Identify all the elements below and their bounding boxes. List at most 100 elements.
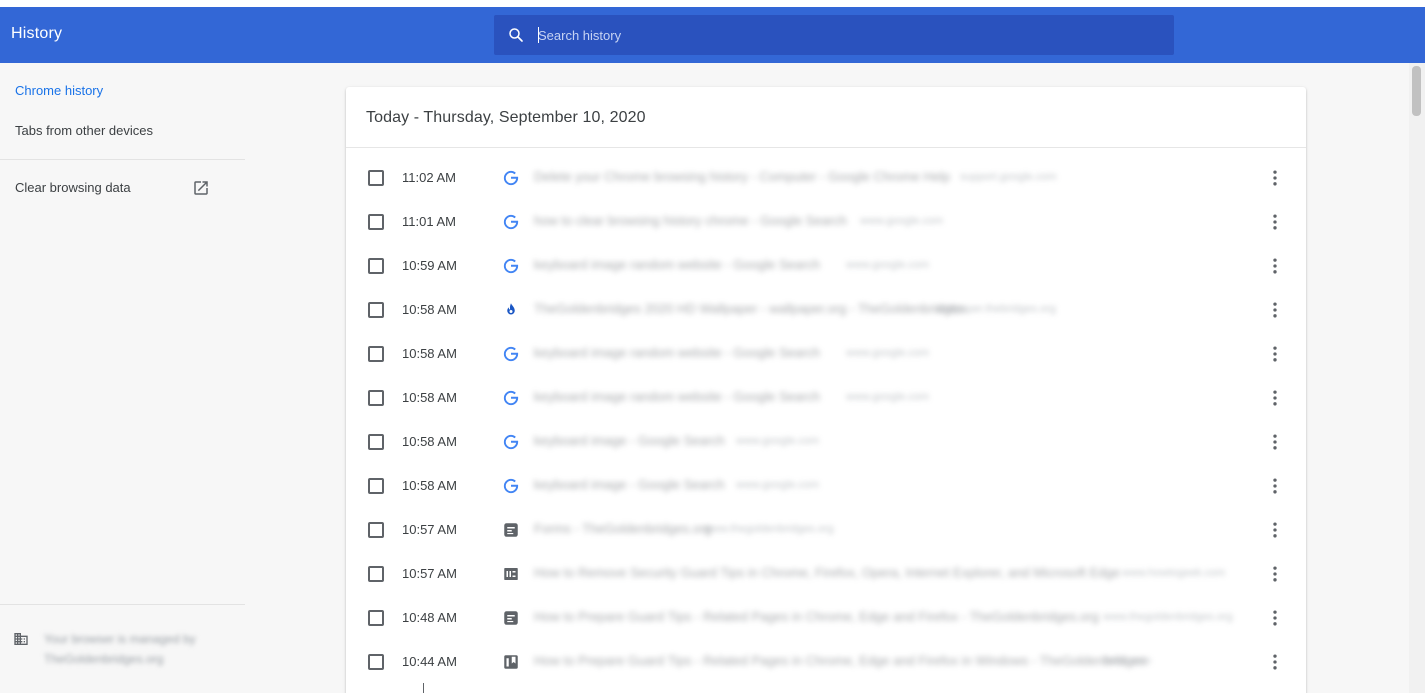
entry-title[interactable]: keyboard image random website - Google S… <box>534 345 820 360</box>
entry-time: 10:58 AM <box>402 302 457 317</box>
entry-domain: www.google.com <box>846 259 930 271</box>
sidebar: Chrome history Tabs from other devices C… <box>0 63 245 693</box>
search-icon[interactable] <box>507 26 525 44</box>
history-entry[interactable]: 10:44 AM How to Prepare Guard Tips - Rel… <box>346 640 1306 684</box>
entry-checkbox[interactable] <box>368 170 384 186</box>
page-title: History <box>11 25 63 42</box>
entry-domain: www.google.com <box>846 347 930 359</box>
entry-time: 10:57 AM <box>402 566 457 581</box>
scrollbar-thumb[interactable] <box>1412 66 1421 116</box>
entry-domain: www.thegoldenbridges.org <box>704 523 834 535</box>
sidebar-item-clear-browsing-data[interactable]: Clear browsing data <box>15 180 131 195</box>
entry-title[interactable]: keyboard image random website - Google S… <box>534 257 820 272</box>
google-icon <box>503 258 519 274</box>
entry-time: 10:57 AM <box>402 522 457 537</box>
entry-checkbox[interactable] <box>368 214 384 230</box>
entry-checkbox[interactable] <box>368 522 384 538</box>
document-icon <box>504 611 518 625</box>
entry-title[interactable]: keyboard image - Google Search <box>534 477 725 492</box>
search-input[interactable] <box>538 23 1138 47</box>
sidebar-item-chrome-history[interactable]: Chrome history <box>15 83 103 98</box>
site-logo-icon <box>504 568 518 580</box>
history-entry[interactable]: 10:59 AM keyboard image random website -… <box>346 244 1306 288</box>
entry-domain: www.google.com <box>860 215 944 227</box>
entry-checkbox[interactable] <box>368 478 384 494</box>
history-entry[interactable]: 10:58 AM keyboard image - Google Search … <box>346 420 1306 464</box>
history-entry[interactable]: 10:58 AM TheGoldenbridges 2020 HD Wallpa… <box>346 288 1306 332</box>
sidebar-divider <box>0 159 245 160</box>
google-icon <box>503 478 519 494</box>
sidebar-item-tabs-other-devices[interactable]: Tabs from other devices <box>15 123 153 138</box>
entry-domain: www.thegoldenbridges.org <box>1103 611 1233 623</box>
entry-title[interactable]: TheGoldenbridges 2020 HD Wallpaper - wal… <box>534 301 965 316</box>
more-actions-icon[interactable] <box>1265 432 1285 452</box>
entry-time: 10:59 AM <box>402 258 457 273</box>
history-card: Today - Thursday, September 10, 2020 11:… <box>346 87 1306 693</box>
sidebar-divider-bottom <box>0 604 245 605</box>
more-actions-icon[interactable] <box>1265 388 1285 408</box>
google-icon <box>503 390 519 406</box>
entry-title[interactable]: How to Prepare Guard Tips - Related Page… <box>534 609 1099 624</box>
entry-domain: www.howtogeek.com <box>1122 567 1226 579</box>
entry-time: 10:44 AM <box>402 654 457 669</box>
entry-title[interactable]: How to Prepare Guard Tips - Related Page… <box>534 653 1147 668</box>
entry-title[interactable]: Forms - TheGoldenbridges.org <box>534 521 712 536</box>
entry-checkbox[interactable] <box>368 654 384 670</box>
entry-domain: www.google.com <box>736 435 820 447</box>
entry-checkbox[interactable] <box>368 258 384 274</box>
document-icon <box>504 523 518 537</box>
entry-checkbox[interactable] <box>368 390 384 406</box>
entry-time: 10:58 AM <box>402 478 457 493</box>
more-actions-icon[interactable] <box>1265 300 1285 320</box>
history-entry[interactable]: 10:58 AM keyboard image random website -… <box>346 332 1306 376</box>
entry-time: 10:58 AM <box>402 390 457 405</box>
entry-checkbox[interactable] <box>368 434 384 450</box>
entry-checkbox[interactable] <box>368 302 384 318</box>
more-actions-icon[interactable] <box>1265 212 1285 232</box>
entry-time: 10:58 AM <box>402 346 457 361</box>
text-caret <box>538 27 539 43</box>
more-actions-icon[interactable] <box>1265 168 1285 188</box>
entry-title[interactable]: Delete your Chrome browsing history - Co… <box>534 169 950 184</box>
entry-checkbox[interactable] <box>368 566 384 582</box>
google-icon <box>503 434 519 450</box>
entry-time: 10:58 AM <box>402 434 457 449</box>
mouse-cursor <box>423 683 424 693</box>
entry-time: 11:02 AM <box>402 170 456 185</box>
bookmark-icon <box>504 655 518 669</box>
toolbar: History <box>0 7 1425 63</box>
entry-time: 10:48 AM <box>402 610 457 625</box>
entry-title[interactable]: keyboard image - Google Search <box>534 433 725 448</box>
entry-checkbox[interactable] <box>368 346 384 362</box>
google-icon <box>503 346 519 362</box>
more-actions-icon[interactable] <box>1265 476 1285 496</box>
more-actions-icon[interactable] <box>1265 256 1285 276</box>
entry-domain: hello.com <box>1104 655 1152 667</box>
entry-title[interactable]: how to clear browsing history chrome - G… <box>534 213 847 228</box>
more-actions-icon[interactable] <box>1265 520 1285 540</box>
history-entry[interactable]: 10:57 AM How to Remove Security Guard Ti… <box>346 552 1306 596</box>
more-actions-icon[interactable] <box>1265 564 1285 584</box>
search-box[interactable] <box>494 15 1174 55</box>
google-icon <box>503 170 519 186</box>
more-actions-icon[interactable] <box>1265 652 1285 672</box>
open-in-new-icon[interactable] <box>192 179 210 197</box>
managed-browser-notice[interactable]: Your browser is managed by TheGoldenbrid… <box>44 629 214 669</box>
entry-checkbox[interactable] <box>368 610 384 626</box>
entry-domain: support.google.com <box>960 171 1057 183</box>
google-icon <box>503 214 519 230</box>
history-entry[interactable]: 11:01 AM how to clear browsing history c… <box>346 200 1306 244</box>
entry-title[interactable]: How to Remove Security Guard Tips in Chr… <box>534 565 1120 580</box>
more-actions-icon[interactable] <box>1265 608 1285 628</box>
more-actions-icon[interactable] <box>1265 344 1285 364</box>
history-entry[interactable]: 10:57 AM Forms - TheGoldenbridges.org ww… <box>346 508 1306 552</box>
entry-domain: www.google.com <box>846 391 930 403</box>
history-entry[interactable]: 10:58 AM keyboard image random website -… <box>346 376 1306 420</box>
history-entry[interactable]: 10:58 AM keyboard image - Google Search … <box>346 464 1306 508</box>
blue-flame-icon <box>507 303 515 315</box>
entry-title[interactable]: keyboard image random website - Google S… <box>534 389 820 404</box>
entry-time: 11:01 AM <box>402 214 456 229</box>
history-entry[interactable]: 10:48 AM How to Prepare Guard Tips - Rel… <box>346 596 1306 640</box>
history-entry[interactable]: 11:02 AM Delete your Chrome browsing his… <box>346 156 1306 200</box>
scrollbar-track[interactable] <box>1409 63 1425 693</box>
